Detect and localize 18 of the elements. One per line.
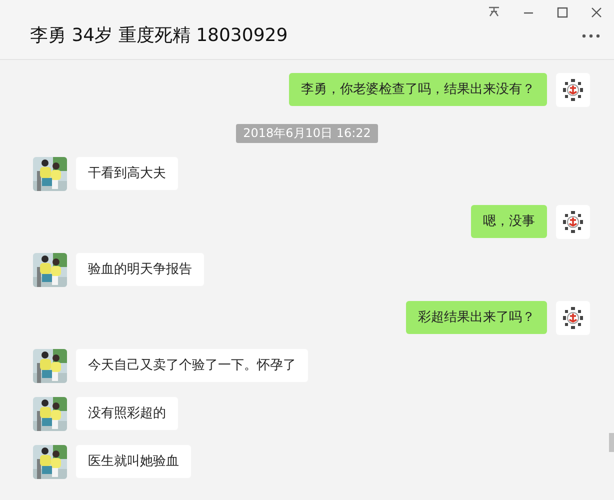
scrollbar-thumb[interactable] xyxy=(609,433,614,452)
close-icon[interactable] xyxy=(591,6,602,18)
avatar-logo-icon[interactable] xyxy=(556,301,590,335)
timestamp: 2018年6月10日 16:22 xyxy=(236,124,378,143)
message-bubble: 今天自己又卖了个验了一下。怀孕了 xyxy=(76,349,308,382)
maximize-icon[interactable] xyxy=(557,6,568,18)
message-bubble: 李勇，你老婆检查了吗，结果出来没有？ xyxy=(289,73,547,106)
avatar-logo-icon[interactable] xyxy=(556,205,590,239)
message-bubble: 嗯，没事 xyxy=(471,205,547,238)
chat-title: 李勇 34岁 重度死精 18030929 xyxy=(30,24,288,48)
more-icon[interactable] xyxy=(582,34,600,38)
message-bubble: 彩超结果出来了吗？ xyxy=(406,301,547,334)
message-bubble: 没有照彩超的 xyxy=(76,397,178,430)
message-bubble: 医生就叫她验血 xyxy=(76,445,191,478)
message-bubble: 干看到高大夫 xyxy=(76,157,178,190)
pin-icon[interactable] xyxy=(488,6,500,18)
message-bubble: 验血的明天争报告 xyxy=(76,253,204,286)
avatar-logo-icon[interactable] xyxy=(556,73,590,107)
